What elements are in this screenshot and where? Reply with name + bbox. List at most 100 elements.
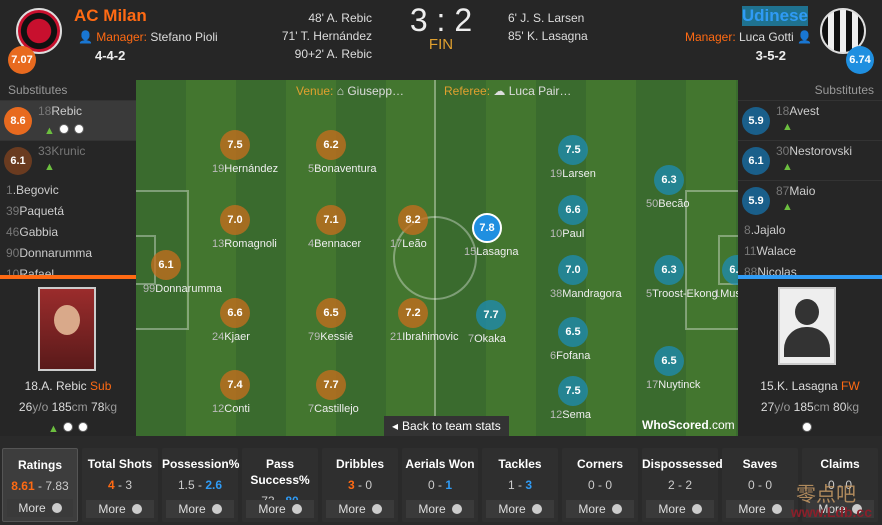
player-name: Conti (224, 403, 250, 415)
more-button[interactable]: More (86, 500, 154, 518)
player-rating-marker[interactable]: 6.1 (151, 250, 181, 280)
pitch-player-label[interactable]: 5Bonaventura (308, 163, 377, 175)
player-name-line: 18.A. Rebic Sub (0, 379, 136, 393)
pitch-player-label[interactable]: 15Lasagna (464, 246, 518, 258)
sub-row[interactable]: 6.1 33Krunic ▲ (0, 140, 136, 180)
pitch-player-label[interactable]: 79Kessié (308, 331, 353, 343)
stat-tab[interactable]: Corners 0 - 0 More (562, 448, 638, 522)
player-name: 18.A. Rebic (24, 379, 87, 393)
stat-tab[interactable]: Dispossessed 2 - 2 More (642, 448, 723, 522)
stat-tab[interactable]: Possession% 1.5 - 2.6 More (162, 448, 239, 522)
more-button[interactable]: More (246, 500, 314, 518)
player-rating-marker[interactable]: 6.5 (654, 346, 684, 376)
more-button[interactable]: More (326, 500, 394, 518)
player-role: Sub (90, 379, 112, 393)
pitch-player-label[interactable]: 1Musso (714, 288, 738, 300)
stat-tab[interactable]: Tackles 1 - 3 More (482, 448, 558, 522)
player-rating-marker[interactable]: 8.2 (398, 205, 428, 235)
player-rating-marker[interactable]: 7.4 (220, 370, 250, 400)
player-rating-marker[interactable]: 7.7 (476, 300, 506, 330)
stat-tab[interactable]: Pass Success%73 - 80More (242, 448, 318, 522)
player-rating-marker[interactable]: 6.2 (316, 130, 346, 160)
more-button[interactable]: More (486, 500, 554, 518)
more-button[interactable]: More (7, 499, 73, 517)
away-scorers: 6' J. S. Larsen 85' K. Lasagna (508, 9, 588, 45)
more-button[interactable]: More (406, 500, 474, 518)
stat-tab[interactable]: Ratings 8.61 - 7.83 More (2, 448, 78, 522)
pitch-player-label[interactable]: 10Paul (550, 228, 584, 240)
player-number: 24 (212, 331, 225, 343)
player-rating-marker[interactable]: 6.3 (654, 255, 684, 285)
pitch-player-label[interactable]: 6Fofana (550, 350, 590, 362)
player-name-line: 15.K. Lasagna FW (738, 379, 882, 393)
sub-row[interactable]: 6.1 30Nestorovski ▲ (738, 140, 882, 180)
away-team-name[interactable]: Udinese (741, 6, 808, 26)
pitch-player-label[interactable]: 17Nuytinck (646, 379, 700, 391)
player-rating-marker[interactable]: 7.7 (316, 370, 346, 400)
player-rating-marker[interactable]: 6.6 (558, 195, 588, 225)
pitch-player-label[interactable]: 99Donnarumma (143, 283, 222, 295)
stat-tab[interactable]: Aerials Won 0 - 1 More (402, 448, 478, 522)
pitch-player-label[interactable]: 24Kjaer (212, 331, 250, 343)
player-photo-placeholder (778, 287, 836, 365)
player-rating-marker[interactable]: 7.0 (220, 205, 250, 235)
pitch-player-label[interactable]: 12Conti (212, 403, 250, 415)
player-rating-marker[interactable]: 6.5 (316, 298, 346, 328)
pitch-player-label[interactable]: 50Becão (646, 198, 689, 210)
match-status: FIN (428, 36, 454, 53)
player-rating-marker[interactable]: 6.6 (220, 298, 250, 328)
sub-row[interactable]: 8.6 18Rebic ▲ (0, 100, 136, 140)
player-rating-marker[interactable]: 7.8 (472, 213, 502, 243)
player-rating-marker[interactable]: 7.1 (316, 205, 346, 235)
pitch-player-label[interactable]: 4Bennacer (308, 238, 361, 250)
player-rating-marker[interactable]: 7.5 (220, 130, 250, 160)
pitch-player-label[interactable]: 19Larsen (550, 168, 596, 180)
home-team-name[interactable]: AC Milan (74, 6, 147, 26)
home-stat-value: 3 (347, 478, 355, 492)
unused-subs: 8.Jajalo 11Walace 88Nicolas (738, 220, 882, 278)
more-button[interactable]: More (166, 500, 234, 518)
match-header: 7.07 AC Milan 👤 Manager: Stefano Pioli 4… (0, 0, 882, 80)
pitch-player-label[interactable]: 17Leão (390, 238, 427, 250)
pitch-player-label[interactable]: 5Troost-Ekong (646, 288, 718, 300)
player-rating-marker[interactable]: 7.2 (398, 298, 428, 328)
sub-row[interactable]: 5.9 18Avest ▲ (738, 100, 882, 140)
pitch-player-label[interactable]: 13Romagnoli (212, 238, 277, 250)
player-rating-marker[interactable]: 7.5 (558, 376, 588, 406)
home-player-card: 18.A. Rebic Sub 26y/o 185cm 78kg ▲ (0, 279, 136, 436)
pitch-player-label[interactable]: 12Sema (550, 409, 591, 421)
away-player-card: 15.K. Lasagna FW 27y/o 185cm 80kg (738, 279, 882, 436)
player-rating-marker[interactable]: 7.5 (558, 135, 588, 165)
pitch-player-label[interactable]: 7Castillejo (308, 403, 359, 415)
chevron-down-icon (611, 504, 622, 514)
stat-title: Dribbles (335, 457, 384, 471)
pitch-player-label[interactable]: 19Hernández (212, 163, 278, 175)
height-unit: cm (71, 400, 88, 414)
stat-tab[interactable]: Dribbles 3 - 0 More (322, 448, 398, 522)
stat-tab[interactable]: Total Shots 4 - 3 More (82, 448, 158, 522)
player-rating-marker[interactable]: 7.0 (558, 255, 588, 285)
home-scorers: 48' A. Rebic 71' T. Hernández 90+2' A. R… (282, 9, 372, 63)
pitch-player-label[interactable]: 38Mandragora (550, 288, 622, 300)
back-to-team-stats-button[interactable]: ◂ Back to team stats (384, 416, 509, 436)
player-name: Hernández (224, 163, 279, 175)
more-label: More (578, 502, 606, 516)
more-button[interactable]: More (726, 500, 794, 518)
home-stat-value: 0 (427, 478, 435, 492)
player-face (54, 305, 80, 335)
stat-values: 0 - 0 (562, 478, 638, 492)
chevron-down-icon (451, 504, 462, 514)
player-rating-marker[interactable]: 6.5 (558, 317, 588, 347)
more-button[interactable]: More (646, 500, 714, 518)
pitch-player-label[interactable]: 7Okaka (468, 333, 506, 345)
stat-tab[interactable]: Saves 0 - 0 More (722, 448, 798, 522)
sub-row[interactable]: 5.9 87Maio ▲ (738, 180, 882, 220)
pitch-player-label[interactable]: 21Ibrahimovic (390, 331, 459, 343)
player-rating-marker[interactable]: 6.3 (654, 165, 684, 195)
more-button[interactable]: More (566, 500, 634, 518)
sub-on-icon: ▲ (782, 121, 793, 133)
sub-name: 90Donnarumma (6, 243, 136, 264)
player-name: Bennacer (314, 238, 362, 250)
weight-unit: kg (846, 400, 860, 414)
venue-info: Venue: ⌂ Giusepp… (296, 84, 404, 98)
